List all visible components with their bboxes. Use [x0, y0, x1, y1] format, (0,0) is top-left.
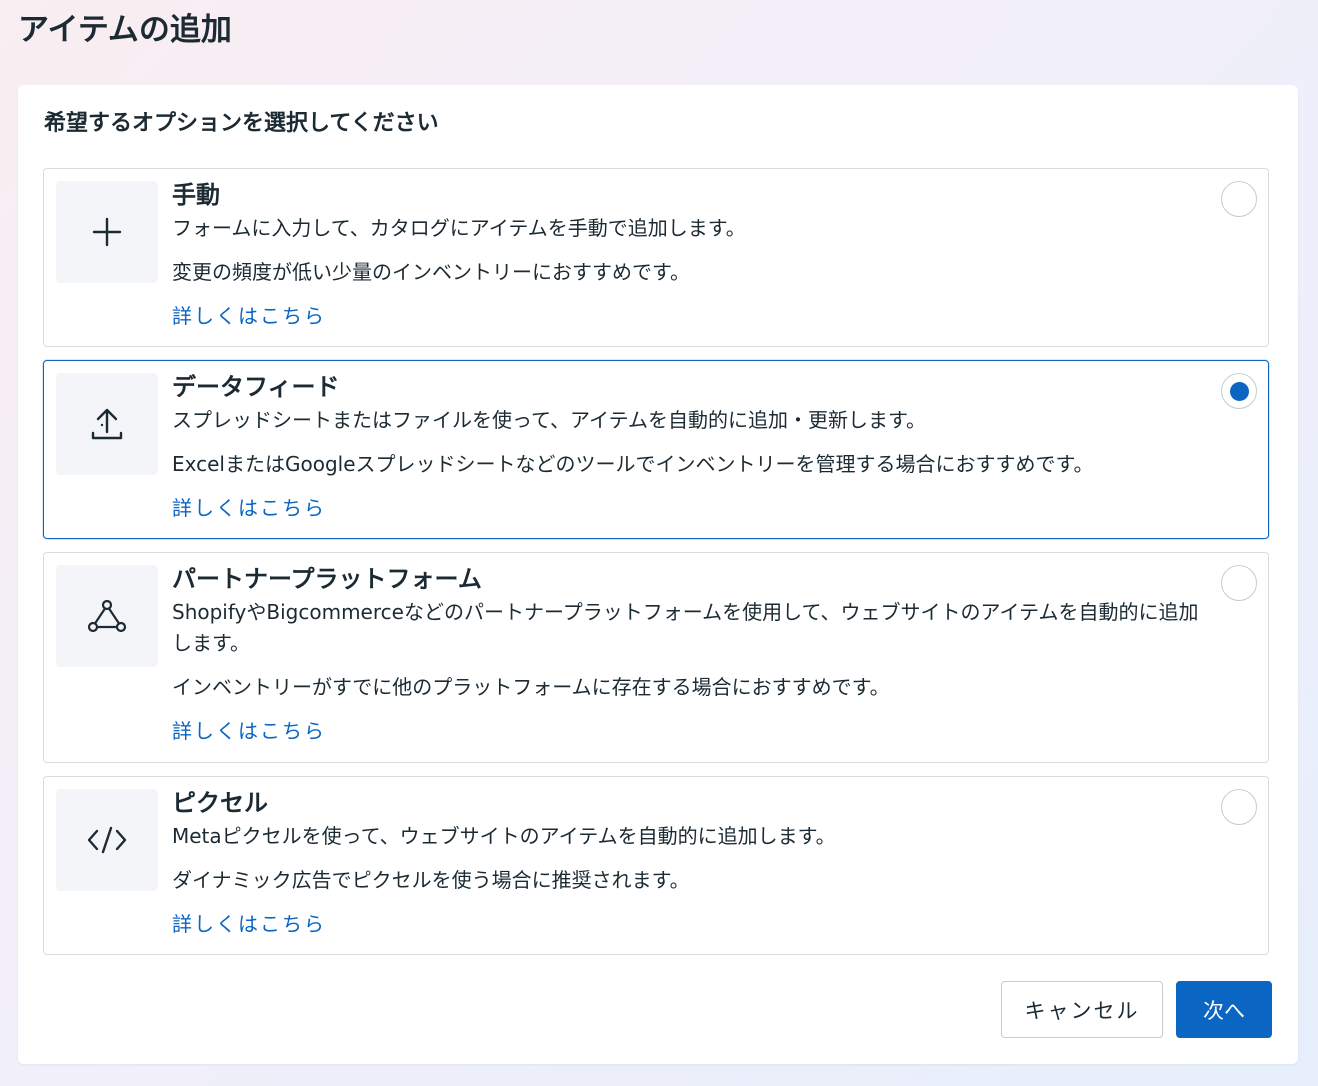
option-note: 変更の頻度が低い少量のインベントリーにおすすめです。 [172, 260, 690, 284]
radio-data-feed[interactable] [1221, 373, 1257, 409]
option-description: ShopifyやBigcommerceなどのパートナープラットフォームを使用して… [172, 600, 1199, 655]
option-data-feed[interactable]: データフィード スプレッドシートまたはファイルを使って、アイテムを自動的に追加・… [43, 360, 1269, 539]
option-description: フォームに入力して、カタログにアイテムを手動で追加します。 [172, 216, 746, 240]
learn-more-link[interactable]: 詳しくはこちら [172, 301, 326, 332]
learn-more-link[interactable]: 詳しくはこちら [172, 493, 326, 524]
option-note: インベントリーがすでに他のプラットフォームに存在する場合におすすめです。 [172, 675, 890, 699]
page-title: アイテムの追加 [18, 12, 232, 48]
option-manual[interactable]: 手動 フォームに入力して、カタログにアイテムを手動で追加します。 変更の頻度が低… [43, 168, 1269, 347]
option-pixel[interactable]: ピクセル Metaピクセルを使って、ウェブサイトのアイテムを自動的に追加します。… [43, 776, 1269, 955]
option-icon-box [56, 181, 158, 283]
cancel-button[interactable]: キャンセル [1001, 981, 1163, 1038]
radio-pixel[interactable] [1221, 789, 1257, 825]
radio-manual[interactable] [1221, 181, 1257, 217]
option-description: スプレッドシートまたはファイルを使って、アイテムを自動的に追加・更新します。 [172, 408, 926, 432]
option-title: パートナープラットフォーム [172, 565, 482, 593]
next-button[interactable]: 次へ [1176, 981, 1272, 1038]
radio-partner-platform[interactable] [1221, 565, 1257, 601]
option-prompt: 希望するオプションを選択してください [44, 111, 439, 136]
option-icon-box [56, 565, 158, 667]
plus-icon [92, 217, 122, 247]
option-icon-box [56, 789, 158, 891]
option-title: データフィード [172, 373, 340, 401]
option-icon-box [56, 373, 158, 475]
option-description: Metaピクセルを使って、ウェブサイトのアイテムを自動的に追加します。 [172, 824, 836, 848]
radio-selected-dot [1229, 381, 1249, 401]
code-icon [87, 826, 127, 854]
option-title: ピクセル [172, 789, 268, 817]
option-title: 手動 [172, 181, 220, 209]
upload-icon [91, 408, 123, 440]
add-items-panel: 希望するオプションを選択してください 手動 フォームに入力して、カタログにアイテ… [18, 85, 1298, 1064]
option-partner-platform[interactable]: パートナープラットフォーム ShopifyやBigcommerceなどのパートナ… [43, 552, 1269, 763]
option-note: ダイナミック広告でピクセルを使う場合に推奨されます。 [172, 868, 690, 892]
network-icon [87, 599, 127, 633]
learn-more-link[interactable]: 詳しくはこちら [172, 909, 326, 940]
learn-more-link[interactable]: 詳しくはこちら [172, 716, 326, 747]
option-note: ExcelまたはGoogleスプレッドシートなどのツールでインベントリーを管理す… [172, 452, 1094, 476]
